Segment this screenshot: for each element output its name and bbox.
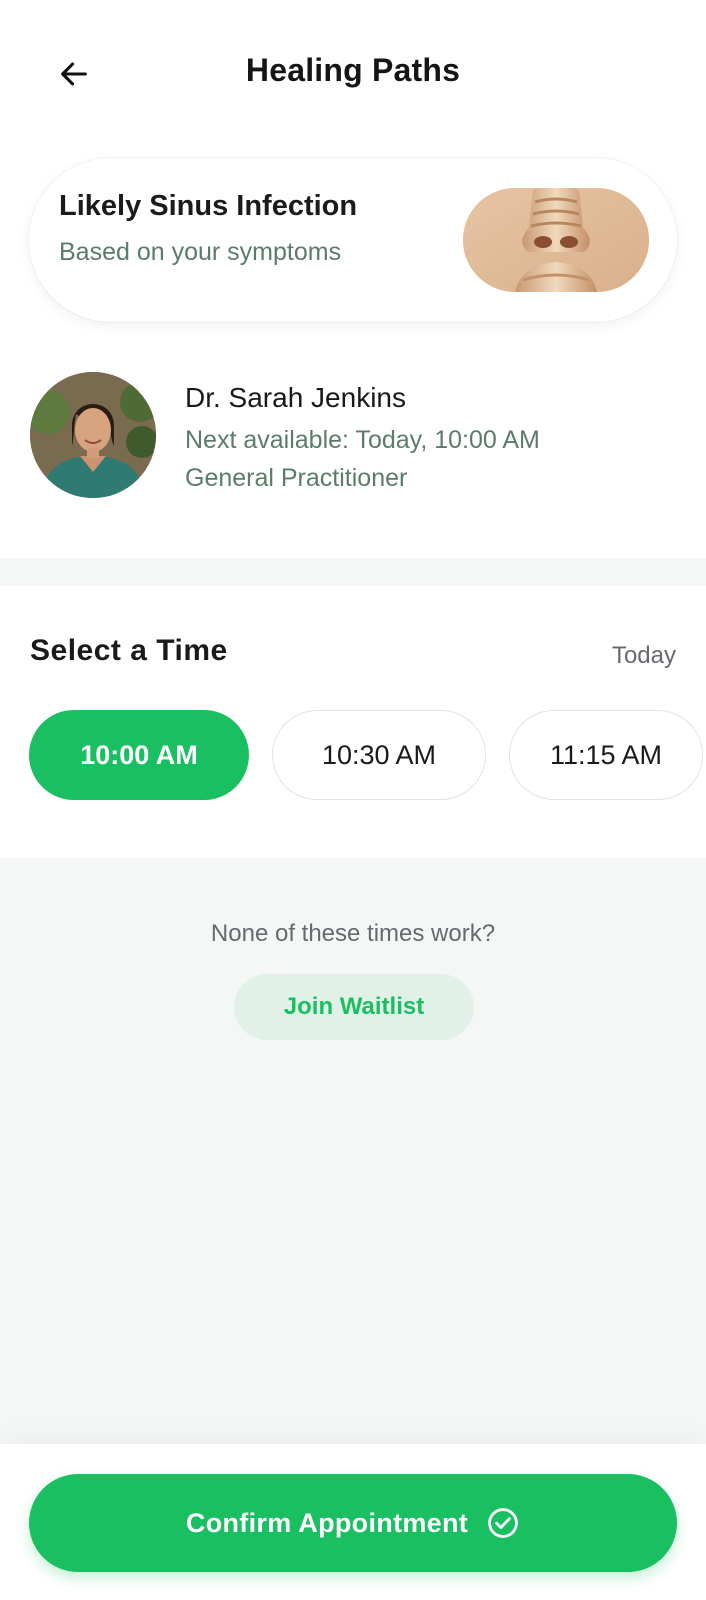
check-circle-icon: [486, 1506, 520, 1540]
nose-illustration: [463, 188, 649, 292]
avatar: [30, 372, 156, 498]
doctor-name: Dr. Sarah Jenkins: [185, 382, 406, 413]
next-available: Next available: Today, 10:00 AM: [185, 426, 540, 454]
diagnosis-subtitle: Based on your symptoms: [59, 238, 342, 266]
doctor-info[interactable]: Dr. Sarah Jenkins Next available: Today,…: [0, 370, 706, 500]
doctor-role: General Practitioner: [185, 464, 408, 492]
top-section: Healing Paths Likely Sinus Infection Bas…: [0, 0, 706, 558]
time-slot-1000[interactable]: 10:00 AM: [29, 710, 249, 800]
time-slot-1030[interactable]: 10:30 AM: [272, 710, 486, 800]
time-slot-1115[interactable]: 11:15 AM: [509, 710, 703, 800]
day-label: Today: [611, 642, 676, 669]
time-selection-section: Select a Time Today 10:00 AM 10:30 AM 11…: [0, 586, 706, 858]
bottom-action-bar: Confirm Appointment: [0, 1444, 706, 1600]
confirm-label: Confirm Appointment: [185, 1507, 469, 1538]
diagnosis-card[interactable]: Likely Sinus Infection Based on your sym…: [29, 158, 677, 322]
page-title: Healing Paths: [245, 52, 461, 88]
confirm-appointment-button[interactable]: Confirm Appointment: [29, 1474, 677, 1572]
app-header: Healing Paths: [0, 0, 706, 146]
diagnosis-title: Likely Sinus Infection: [59, 190, 358, 222]
waitlist-prompt: None of these times work?: [210, 920, 496, 947]
join-waitlist-button[interactable]: Join Waitlist: [234, 974, 474, 1040]
section-title: Select a Time: [30, 634, 228, 667]
